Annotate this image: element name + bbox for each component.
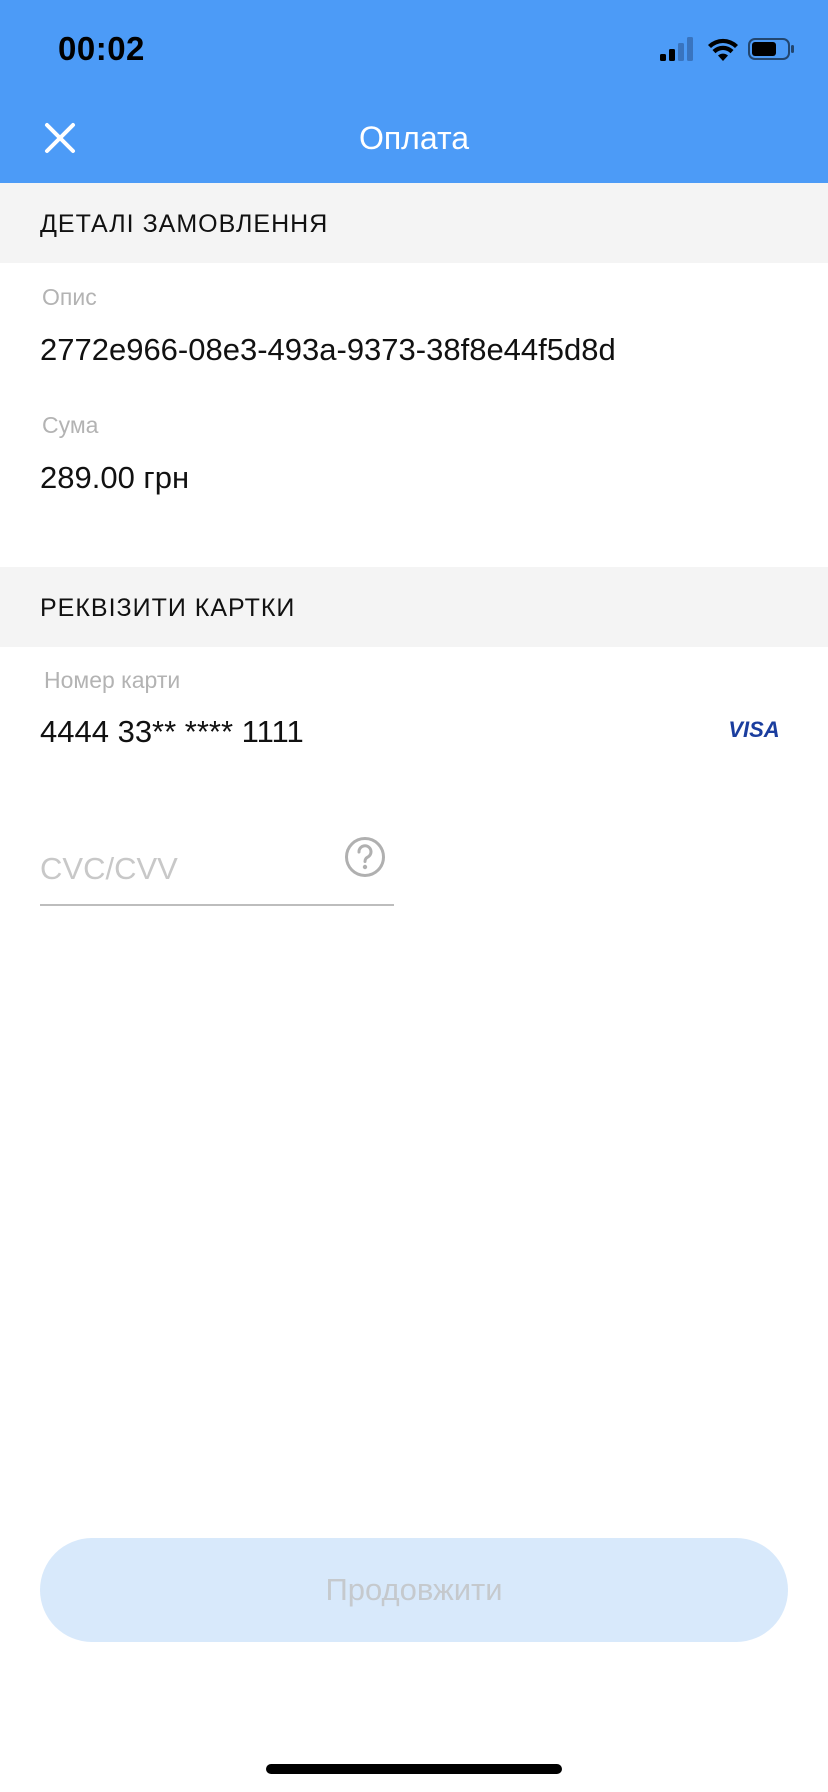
cvc-field — [40, 830, 394, 906]
visa-logo-icon: VISA — [728, 717, 779, 742]
wifi-icon — [708, 38, 738, 61]
app-header: 00:02 Оплата — [0, 0, 828, 183]
amount-value: 289.00 грн — [40, 460, 190, 495]
card-number-value: 4444 33** **** 1111 — [40, 714, 304, 749]
cvc-input[interactable] — [40, 844, 330, 894]
description-label: Опис — [42, 284, 97, 310]
card-number-label: Номер карти — [44, 667, 181, 693]
svg-text:VISA: VISA — [728, 717, 779, 742]
status-icons — [660, 36, 794, 62]
battery-icon — [748, 38, 794, 60]
continue-button[interactable]: Продовжити — [40, 1538, 788, 1642]
cellular-signal-icon — [660, 37, 693, 61]
order-details-section-header: ДЕТАЛІ ЗАМОВЛЕННЯ — [0, 183, 828, 263]
amount-label: Сума — [42, 412, 99, 438]
cvc-help-button[interactable] — [344, 836, 386, 878]
card-details-title: РЕКВІЗИТИ КАРТКИ — [40, 594, 296, 622]
status-time: 00:02 — [58, 30, 145, 67]
home-indicator[interactable] — [266, 1764, 562, 1774]
question-circle-icon — [345, 837, 385, 877]
description-value: 2772e966-08e3-493a-9373-38f8e44f5d8d — [40, 332, 616, 367]
page-title: Оплата — [358, 120, 470, 156]
card-details-section-header: РЕКВІЗИТИ КАРТКИ — [0, 567, 828, 647]
order-details-title: ДЕТАЛІ ЗАМОВЛЕННЯ — [40, 210, 329, 238]
